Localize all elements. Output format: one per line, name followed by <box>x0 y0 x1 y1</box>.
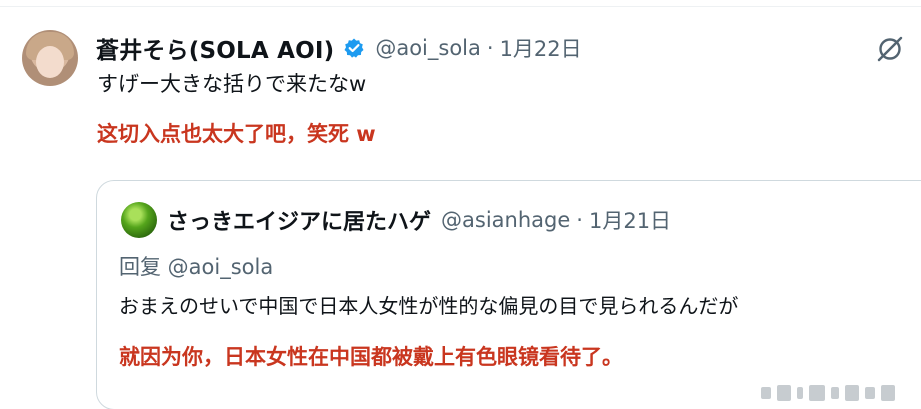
reply-to-line: 回复 @aoi_sola <box>119 255 274 279</box>
quoted-tweet-header: さっきエイジアに居たハゲ @asianhage · 1月21日 <box>167 203 671 237</box>
verified-badge-icon <box>343 37 365 59</box>
author-handle[interactable]: @aoi_sola <box>375 36 481 60</box>
translation-annotation-1: 这切入点也太大了吧，笑死 w <box>97 122 376 146</box>
author-avatar[interactable] <box>22 30 78 86</box>
header-separator: · <box>486 36 494 60</box>
translation-annotation-2: 就因为你，日本女性在中国都被戴上有色眼镜看待了。 <box>119 345 623 369</box>
quoted-tweet-date: 1月21日 <box>588 209 672 233</box>
top-divider <box>0 0 921 7</box>
tweet-screenshot: 蒼井そら(SOLA AOI) @aoi_sola · 1月22日 すげー大きな括… <box>0 0 921 409</box>
quoted-tweet-card[interactable]: さっきエイジアに居たハゲ @asianhage · 1月21日 回复 @aoi_… <box>96 180 921 409</box>
grok-icon[interactable] <box>875 34 905 64</box>
tweet-date[interactable]: 1月22日 <box>500 33 582 63</box>
quoted-author-handle: @asianhage <box>441 208 571 232</box>
quoted-author-display-name: さっきエイジアに居たハゲ <box>167 210 432 235</box>
tweet-text: すげー大きな括りで来たなw <box>97 72 367 96</box>
quoted-tweet-text: おまえのせいで中国で日本人女性が性的な偏見の目で見られるんだが <box>119 294 739 318</box>
quoted-header-separator: · <box>576 208 583 232</box>
quoted-author-avatar <box>121 202 157 238</box>
watermark <box>753 381 913 405</box>
avatar-face <box>36 46 64 78</box>
tweet-header: 蒼井そら(SOLA AOI) @aoi_sola · 1月22日 <box>96 31 582 65</box>
author-display-name[interactable]: 蒼井そら(SOLA AOI) <box>96 31 334 65</box>
